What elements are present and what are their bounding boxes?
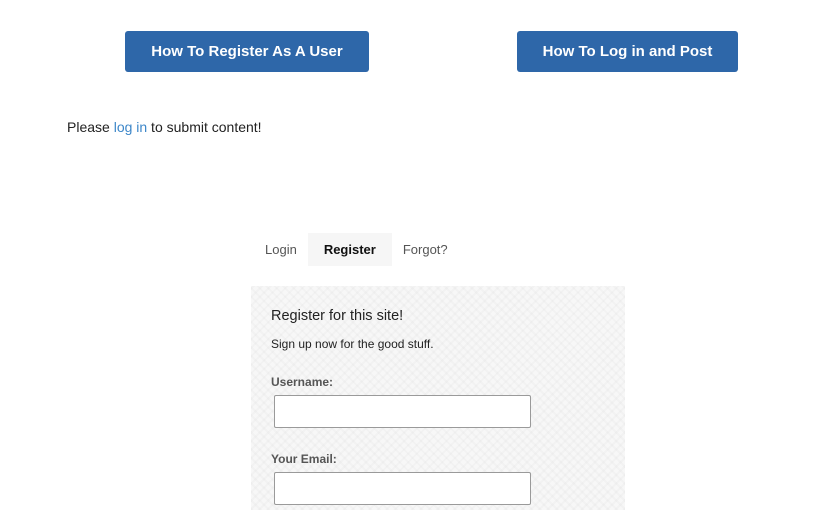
username-input[interactable] [274, 395, 531, 428]
register-subtitle: Sign up now for the good stuff. [271, 337, 434, 351]
email-label: Your Email: [271, 452, 337, 466]
notice-suffix: to submit content! [147, 119, 262, 135]
login-notice: Please log in to submit content! [67, 119, 262, 135]
page: How To Register As A User How To Log in … [0, 0, 825, 510]
tab-login[interactable]: Login [254, 233, 308, 266]
register-panel: Register for this site! Sign up now for … [251, 286, 625, 510]
tab-forgot[interactable]: Forgot? [392, 233, 459, 266]
login-link[interactable]: log in [114, 119, 147, 135]
username-label: Username: [271, 375, 334, 389]
how-to-register-button[interactable]: How To Register As A User [125, 31, 369, 72]
auth-tabs: Login Register Forgot? [254, 233, 459, 266]
tab-register[interactable]: Register [307, 233, 392, 266]
notice-prefix: Please [67, 119, 114, 135]
email-input[interactable] [274, 472, 531, 505]
register-title: Register for this site! [271, 308, 404, 324]
how-to-login-post-button[interactable]: How To Log in and Post [517, 31, 738, 72]
